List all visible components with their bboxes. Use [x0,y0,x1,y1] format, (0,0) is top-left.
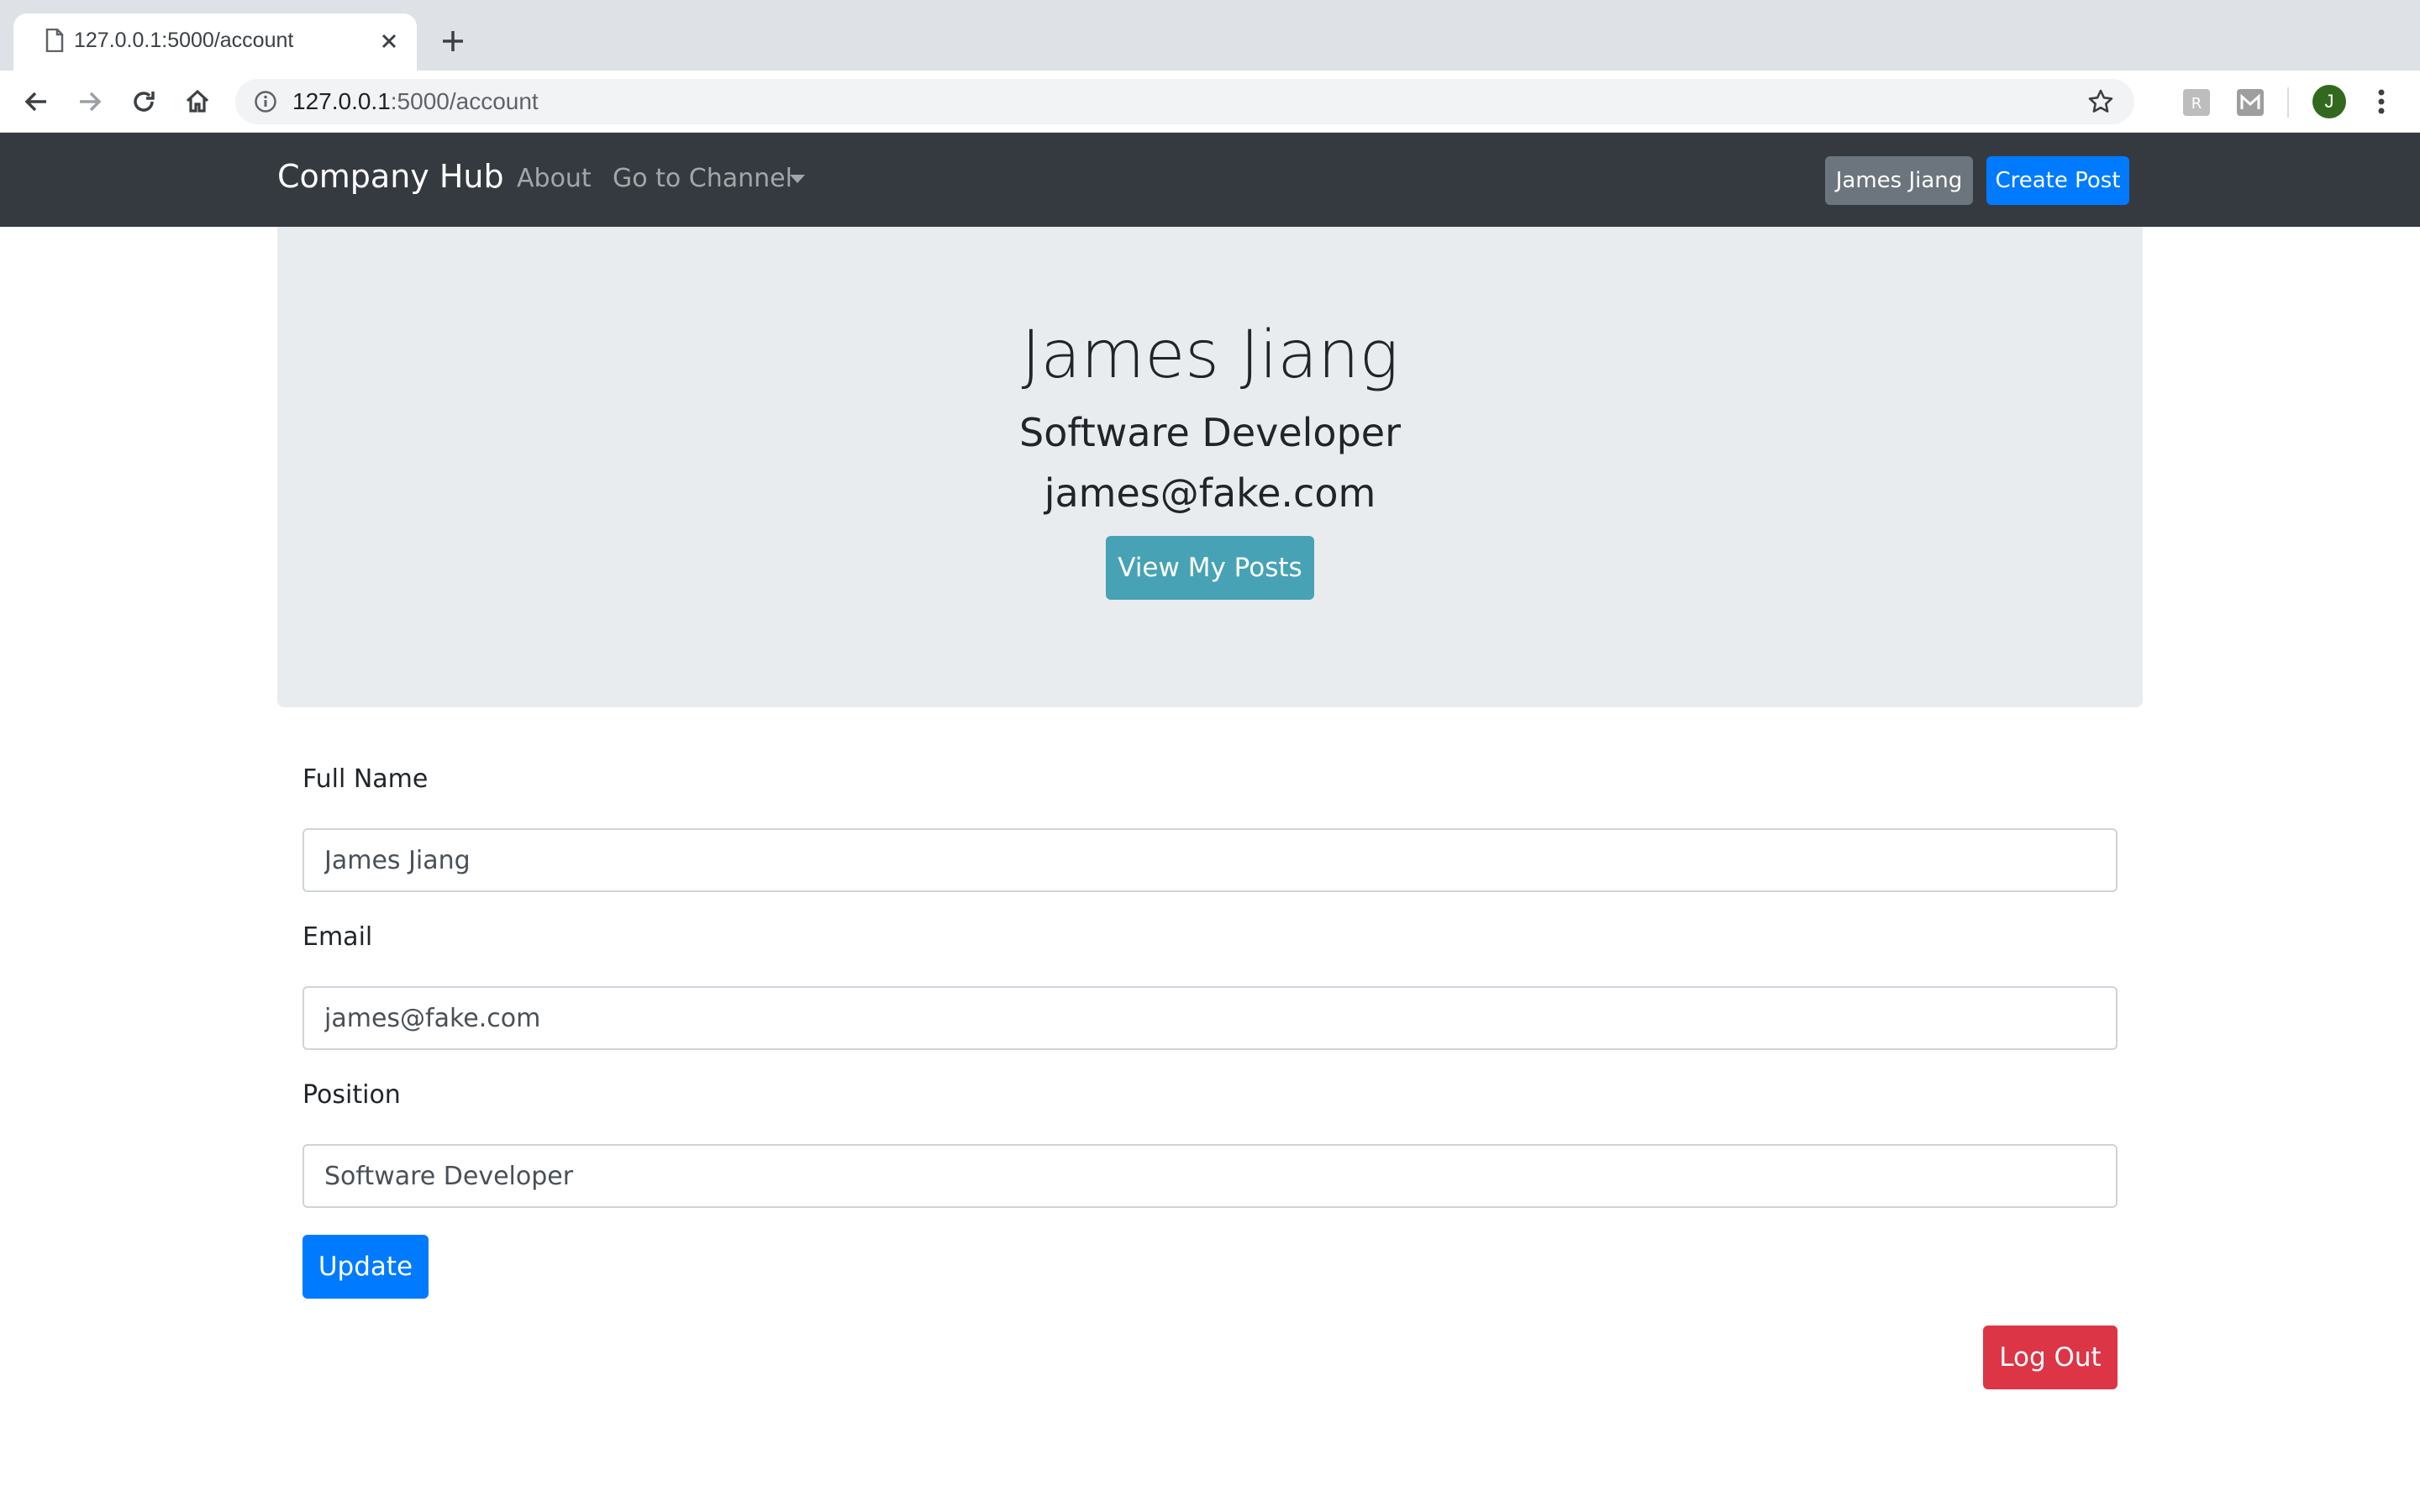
log-out-button[interactable]: Log Out [1983,1326,2118,1389]
url-text: 127.0.0.1:5000/account [292,88,539,114]
browser-tabstrip: 127.0.0.1:5000/account [0,0,2420,71]
site-navbar: Company Hub About Go to Channel James Ji… [0,133,2420,227]
profile-name: James Jiang [1021,318,1399,393]
profile-position: Software Developer [1019,410,1401,455]
profile-email: james@fake.com [1044,470,1376,516]
forward-arrow-icon[interactable] [74,86,106,118]
back-arrow-icon[interactable] [20,86,52,118]
position-input[interactable] [302,1144,2118,1208]
full-name-label: Full Name [302,764,429,794]
browser-tab[interactable]: 127.0.0.1:5000/account [13,13,417,71]
address-bar[interactable]: 127.0.0.1:5000/account [235,79,2134,124]
reload-icon[interactable] [128,86,160,118]
update-button[interactable]: Update [302,1235,429,1299]
star-icon[interactable] [2087,88,2114,118]
user-account-button[interactable]: James Jiang [1825,156,1973,205]
email-input[interactable] [302,986,2118,1050]
home-icon[interactable] [182,86,213,118]
nav-about-link[interactable]: About [517,164,592,193]
info-icon[interactable] [254,90,277,117]
profile-jumbotron: James Jiang Software Developer james@fak… [277,227,2143,707]
chevron-down-icon [790,175,805,183]
browser-toolbar: 127.0.0.1:5000/account R [0,71,2420,133]
close-icon[interactable] [375,27,403,55]
tab-title: 127.0.0.1:5000/account [74,29,294,52]
toolbar-divider [2287,87,2289,118]
doc-icon [45,28,64,55]
brand-link[interactable]: Company Hub [277,158,504,195]
full-name-input[interactable] [302,828,2118,892]
extension-icon[interactable] [2237,89,2264,116]
create-post-button[interactable]: Create Post [1986,156,2129,205]
email-label: Email [302,922,373,952]
nav-channel-dropdown[interactable]: Go to Channel [613,164,792,193]
kebab-menu-icon[interactable] [2368,86,2395,118]
plus-icon[interactable] [439,27,467,55]
profile-avatar[interactable]: J [2312,85,2346,118]
view-my-posts-button[interactable]: View My Posts [1106,536,1314,600]
position-label: Position [302,1080,401,1110]
extension-icon[interactable]: R [2183,89,2210,116]
svg-text:R: R [2191,95,2202,113]
